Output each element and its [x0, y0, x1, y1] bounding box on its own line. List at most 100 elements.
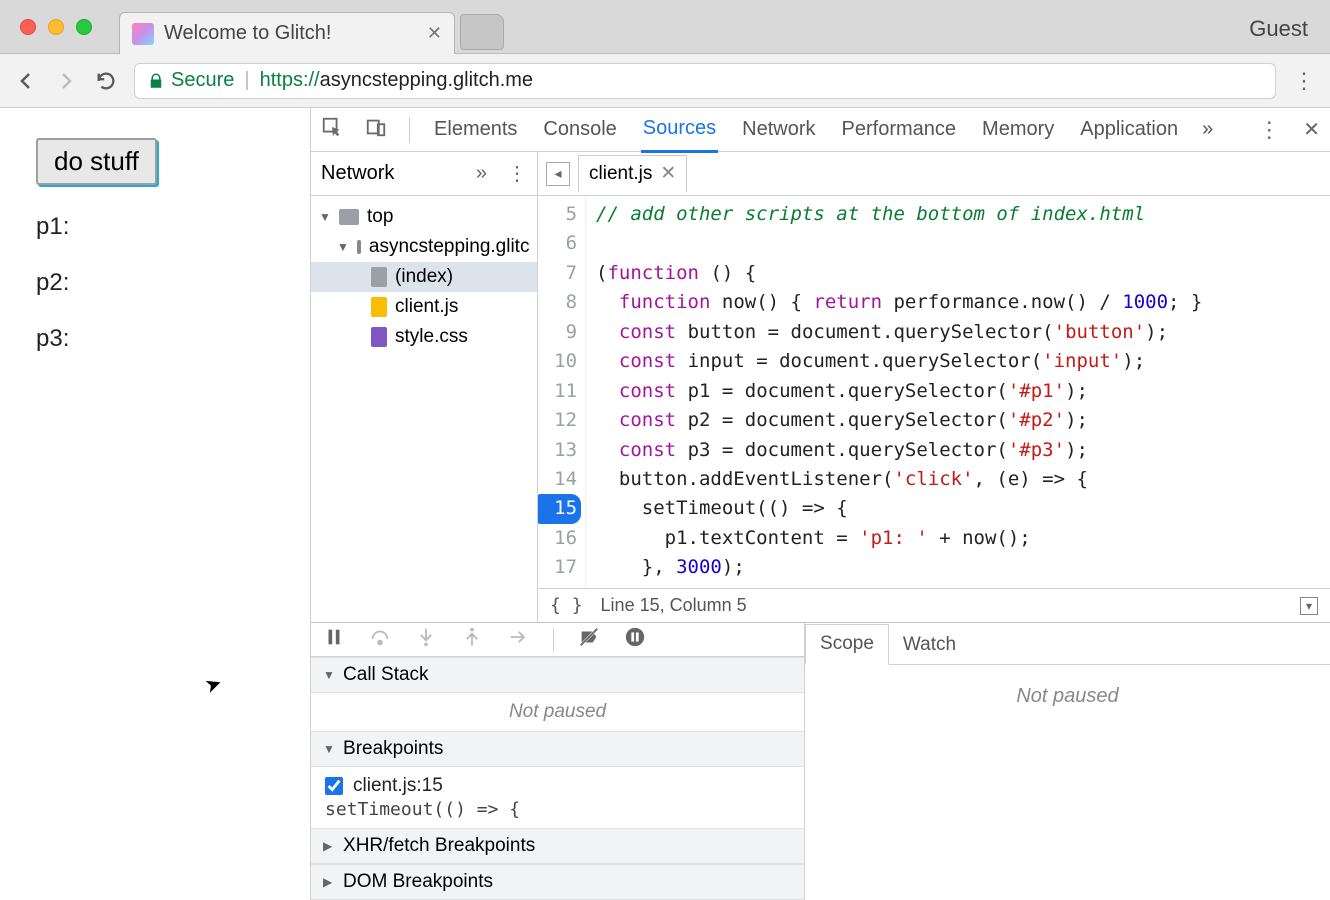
tree-domain[interactable]: ▼ asyncstepping.glitc — [311, 232, 537, 262]
tree-file-index[interactable]: (index) — [311, 262, 537, 292]
breakpoint-row[interactable]: client.js:15 — [325, 775, 790, 797]
address-bar[interactable]: Secure | https://asyncstepping.glitch.me — [134, 63, 1276, 99]
tab-console[interactable]: Console — [541, 108, 618, 151]
call-stack-header[interactable]: ▼ Call Stack — [311, 657, 804, 693]
tab-sources[interactable]: Sources — [641, 107, 718, 153]
navigator-tabs: Network » ⋮ — [311, 152, 537, 196]
separator — [409, 117, 410, 143]
step-icon[interactable] — [507, 626, 529, 653]
forward-button[interactable] — [54, 69, 78, 93]
line-gutter[interactable]: 56789101112131415161718192021 — [538, 196, 586, 588]
tree-file-clientjs[interactable]: client.js — [311, 292, 537, 322]
minimize-window-icon[interactable] — [48, 19, 64, 35]
tab-elements[interactable]: Elements — [432, 108, 519, 151]
step-into-icon[interactable] — [415, 626, 437, 653]
zoom-window-icon[interactable] — [76, 19, 92, 35]
tree-top[interactable]: ▼ top — [311, 202, 537, 232]
drawer-right: Scope Watch Not paused — [805, 623, 1330, 900]
device-toolbar-icon[interactable] — [365, 116, 387, 144]
reload-button[interactable] — [94, 69, 118, 93]
scope-body: Not paused — [805, 665, 1330, 900]
p3-label: p3: — [36, 325, 274, 353]
new-tab-button[interactable] — [460, 14, 504, 50]
pause-on-exceptions-icon[interactable] — [624, 626, 646, 653]
pretty-print-icon[interactable]: { } — [550, 595, 583, 616]
code-content[interactable]: // add other scripts at the bottom of in… — [586, 196, 1212, 588]
tab-title: Welcome to Glitch! — [164, 22, 417, 45]
debugger-drawer: ▼ Call Stack Not paused ▼ Breakpoints cl… — [311, 622, 1330, 900]
sources-navigator: Network » ⋮ ▼ top ▼ asyncstepping.glitc — [311, 152, 538, 622]
browser-tab[interactable]: Welcome to Glitch! ✕ — [119, 12, 455, 54]
editor-tabbar: ◂ client.js ✕ — [538, 152, 1330, 196]
devtools-panel: Elements Console Sources Network Perform… — [311, 108, 1330, 900]
separator — [553, 628, 554, 652]
tab-watch[interactable]: Watch — [889, 626, 970, 664]
step-over-icon[interactable] — [369, 626, 391, 653]
tab-application[interactable]: Application — [1078, 108, 1180, 151]
editor-column: ◂ client.js ✕ 56789101112131415161718192… — [538, 152, 1330, 622]
secure-label: Secure — [171, 69, 234, 92]
breakpoints-header[interactable]: ▼ Breakpoints — [311, 731, 804, 767]
url-text: https://asyncstepping.glitch.me — [260, 69, 533, 92]
navigator-menu-icon[interactable]: ⋮ — [507, 161, 527, 186]
do-stuff-button[interactable]: do stuff — [36, 138, 157, 185]
cursor-position: Line 15, Column 5 — [601, 595, 747, 616]
breakpoints-body: client.js:15 setTimeout(() => { — [311, 767, 804, 828]
p2-label: p2: — [36, 269, 274, 297]
navigate-back-icon[interactable]: ◂ — [546, 162, 570, 186]
deactivate-breakpoints-icon[interactable] — [578, 626, 600, 653]
tab-scope[interactable]: Scope — [805, 624, 889, 665]
devtools-tabbar: Elements Console Sources Network Perform… — [311, 108, 1330, 152]
drawer-left: ▼ Call Stack Not paused ▼ Breakpoints cl… — [311, 623, 805, 900]
step-out-icon[interactable] — [461, 626, 483, 653]
disclosure-triangle-icon[interactable]: ▼ — [323, 668, 335, 682]
file-tree: ▼ top ▼ asyncstepping.glitc (index) — [311, 196, 537, 622]
editor-statusbar: { } Line 15, Column 5 ▾ — [538, 588, 1330, 622]
devtools-close-icon[interactable]: ✕ — [1303, 117, 1320, 142]
devtools-body: Network » ⋮ ▼ top ▼ asyncstepping.glitc — [311, 152, 1330, 622]
debugger-toolbar — [311, 623, 804, 657]
disclosure-triangle-icon[interactable]: ▼ — [319, 210, 331, 224]
xhr-breakpoints-header[interactable]: ▶ XHR/fetch Breakpoints — [311, 828, 804, 864]
inspect-element-icon[interactable] — [321, 116, 343, 144]
tab-close-icon[interactable]: ✕ — [427, 23, 442, 44]
separator: | — [244, 69, 249, 92]
cloud-icon — [357, 240, 361, 254]
close-window-icon[interactable] — [20, 19, 36, 35]
navigator-more-icon[interactable]: » — [476, 162, 487, 185]
breakpoint-snippet: setTimeout(() => { — [325, 799, 790, 820]
rendered-page: do stuff p1: p2: p3: — [0, 108, 311, 900]
disclosure-triangle-icon[interactable]: ▶ — [323, 839, 335, 853]
tab-performance[interactable]: Performance — [840, 108, 959, 151]
scope-tabbar: Scope Watch — [805, 623, 1330, 665]
browser-toolbar: Secure | https://asyncstepping.glitch.me… — [0, 54, 1330, 108]
tab-close-icon[interactable]: ✕ — [660, 162, 676, 185]
back-button[interactable] — [14, 69, 38, 93]
secure-indicator: Secure — [147, 69, 234, 92]
frame-icon — [339, 209, 359, 225]
file-icon — [371, 267, 387, 287]
tree-file-stylecss[interactable]: style.css — [311, 322, 537, 352]
disclosure-triangle-icon[interactable]: ▼ — [323, 742, 335, 756]
more-tabs-icon[interactable]: » — [1202, 118, 1213, 141]
window-titlebar: Welcome to Glitch! ✕ Guest — [0, 0, 1330, 54]
lock-icon — [147, 72, 165, 90]
pause-icon[interactable] — [323, 626, 345, 653]
favicon-icon — [132, 23, 154, 45]
traffic-lights — [20, 19, 92, 35]
editor-tab-clientjs[interactable]: client.js ✕ — [578, 155, 687, 193]
show-coverage-icon[interactable]: ▾ — [1300, 597, 1318, 615]
devtools-menu-icon[interactable]: ⋮ — [1257, 117, 1281, 143]
disclosure-triangle-icon[interactable]: ▼ — [337, 240, 349, 254]
tab-network[interactable]: Network — [740, 108, 817, 151]
tab-memory[interactable]: Memory — [980, 108, 1056, 151]
file-icon — [371, 327, 387, 347]
browser-menu-icon[interactable]: ⋮ — [1292, 68, 1316, 94]
dom-breakpoints-header[interactable]: ▶ DOM Breakpoints — [311, 864, 804, 900]
navigator-tab-network[interactable]: Network — [321, 162, 394, 185]
disclosure-triangle-icon[interactable]: ▶ — [323, 875, 335, 889]
profile-label[interactable]: Guest — [1249, 16, 1308, 42]
p1-label: p1: — [36, 213, 274, 241]
code-editor[interactable]: 56789101112131415161718192021 // add oth… — [538, 196, 1330, 588]
breakpoint-checkbox[interactable] — [325, 777, 343, 795]
